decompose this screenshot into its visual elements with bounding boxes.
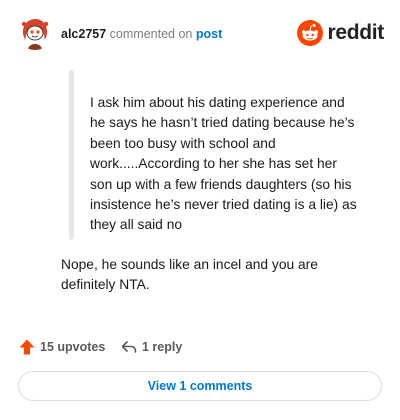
user-avatar[interactable] xyxy=(18,16,52,50)
action-bar: 15 upvotes 1 reply xyxy=(18,336,378,358)
comment-header: alc2757 commented on post reddit xyxy=(18,16,384,52)
reddit-logo-icon xyxy=(297,20,324,46)
comment-body: Nope, he sounds like an incel and you ar… xyxy=(61,257,318,293)
reply-count: 1 reply xyxy=(142,340,183,354)
post-link[interactable]: post xyxy=(196,27,222,41)
action-text: commented on xyxy=(109,27,193,41)
comment-meta: alc2757 commented on post xyxy=(61,26,222,42)
snoo-avatar-icon xyxy=(18,16,52,50)
reply-button[interactable]: 1 reply xyxy=(120,336,182,358)
upvote-count: 15 upvotes xyxy=(40,340,106,354)
username-link[interactable]: alc2757 xyxy=(61,27,106,41)
quoted-text-block: I ask him about his dating experience an… xyxy=(69,70,364,240)
reddit-brand[interactable]: reddit xyxy=(297,19,384,47)
comment-card: alc2757 commented on post reddit I ask h… xyxy=(0,0,400,420)
view-comments-button[interactable]: View 1 comments xyxy=(18,371,382,401)
upvote-arrow-icon xyxy=(19,339,35,355)
reply-arrow-icon xyxy=(121,341,137,353)
upvote-button[interactable]: 15 upvotes xyxy=(18,336,105,358)
quote-bar xyxy=(69,70,74,240)
quote-text: I ask him about his dating experience an… xyxy=(90,95,357,233)
brand-wordmark: reddit xyxy=(327,21,384,44)
